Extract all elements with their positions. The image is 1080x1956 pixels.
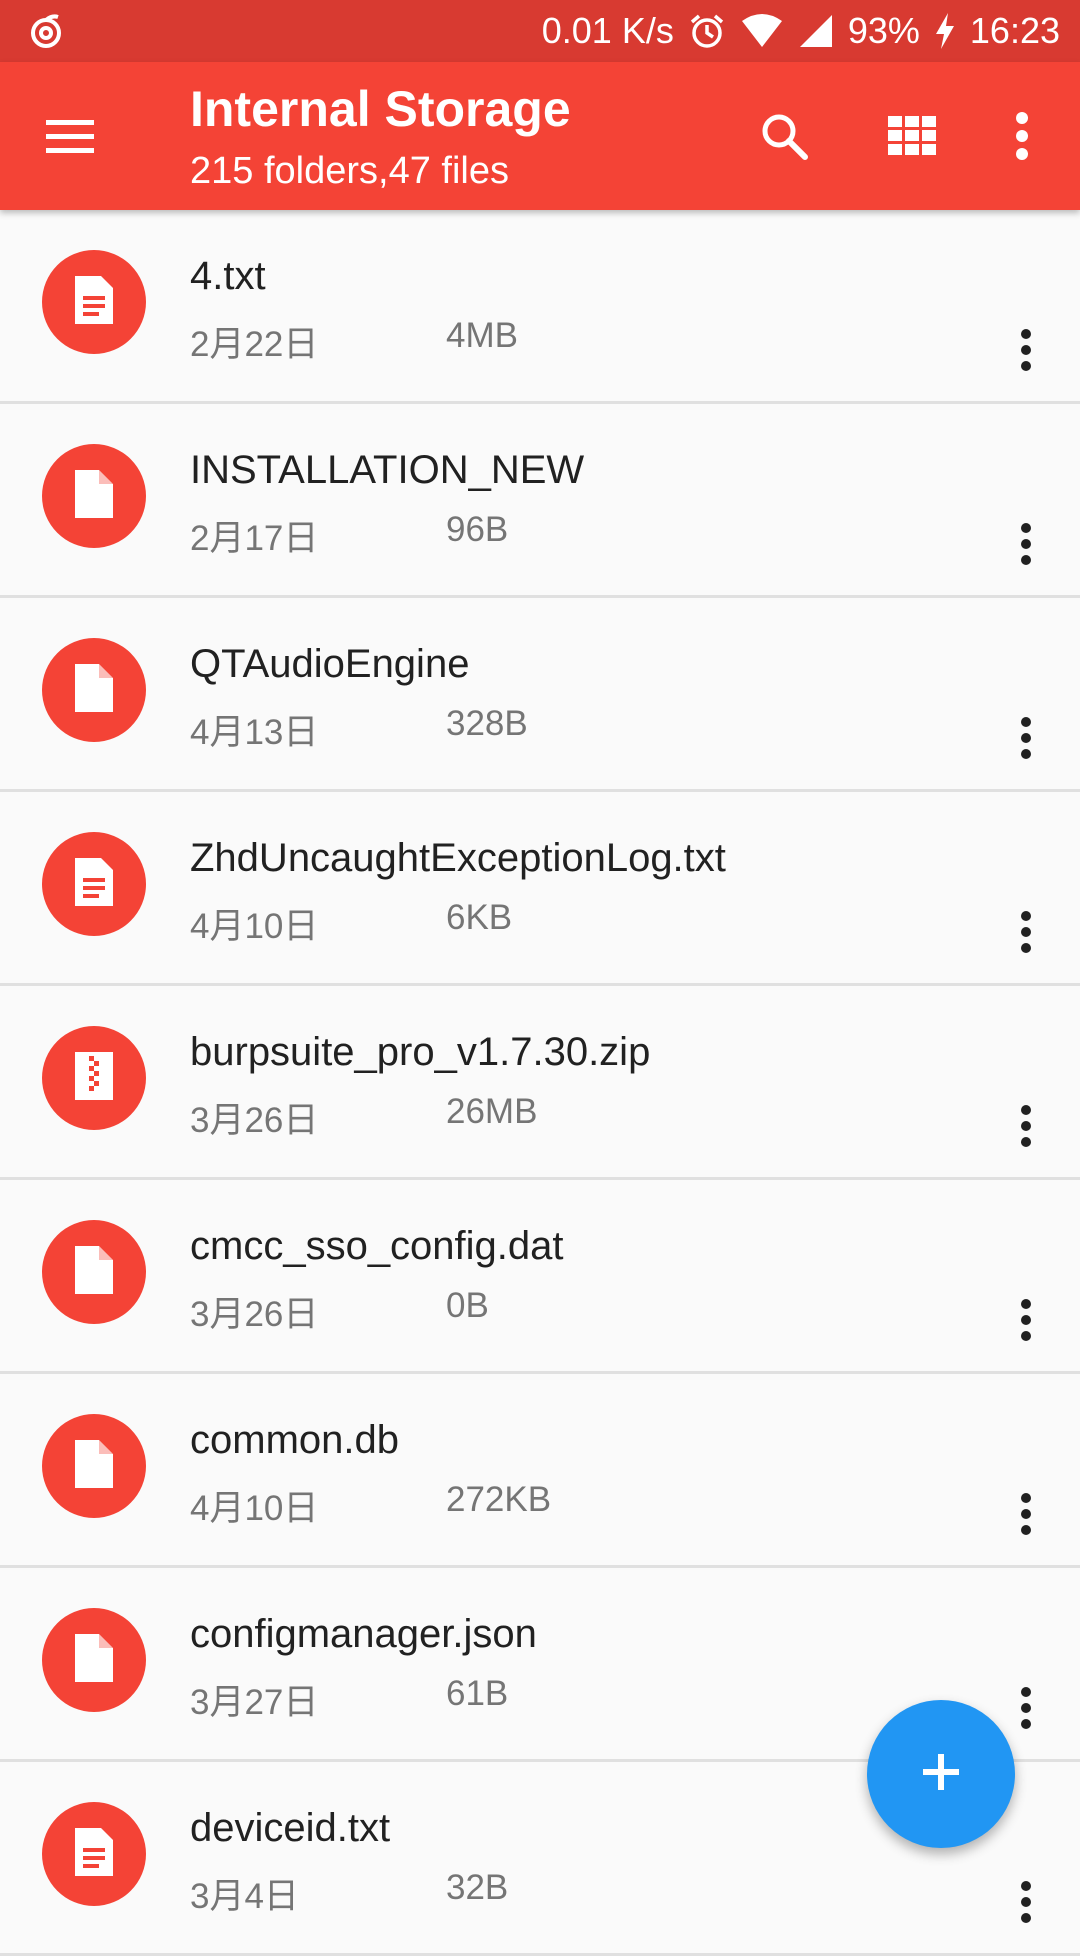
file-name: QTAudioEngine xyxy=(190,642,470,686)
file-date: 4月10日 xyxy=(190,907,319,946)
file-type-avatar xyxy=(42,1220,146,1324)
text-file-icon xyxy=(71,1826,117,1883)
alarm-icon xyxy=(688,12,726,50)
file-type-avatar xyxy=(42,638,146,742)
list-item[interactable]: ZhdUncaughtExceptionLog.txt 4月10日 6KB xyxy=(0,792,1080,986)
file-size: 4MB xyxy=(446,316,518,355)
file-name: configmanager.json xyxy=(190,1612,537,1656)
menu-icon[interactable] xyxy=(40,106,100,166)
file-name: ZhdUncaughtExceptionLog.txt xyxy=(190,836,726,880)
text-file-icon xyxy=(71,274,117,331)
file-icon xyxy=(71,662,117,719)
folder-file-count: 215 folders,47 files xyxy=(190,150,509,192)
file-size: 0B xyxy=(446,1286,489,1325)
list-item[interactable]: INSTALLATION_NEW 2月17日 96B xyxy=(0,404,1080,598)
list-item[interactable]: cmcc_sso_config.dat 3月26日 0B xyxy=(0,1180,1080,1374)
item-more-vert-icon[interactable] xyxy=(1006,1678,1046,1738)
file-type-avatar xyxy=(42,832,146,936)
file-type-avatar xyxy=(42,1802,146,1906)
file-name: common.db xyxy=(190,1418,399,1462)
list-item[interactable]: burpsuite_pro_v1.7.30.zip 3月26日 26MB xyxy=(0,986,1080,1180)
app-toolbar: Internal Storage 215 folders,47 files xyxy=(0,62,1080,210)
item-more-vert-icon[interactable] xyxy=(1006,1872,1046,1932)
file-name: 4.txt xyxy=(190,254,266,298)
file-date: 2月17日 xyxy=(190,519,319,558)
file-size: 32B xyxy=(446,1868,509,1907)
zip-file-icon xyxy=(71,1050,117,1107)
add-button[interactable] xyxy=(867,1700,1015,1848)
file-size: 61B xyxy=(446,1674,509,1713)
file-date: 3月26日 xyxy=(190,1295,319,1334)
file-icon xyxy=(71,1438,117,1495)
file-date: 2月22日 xyxy=(190,325,319,364)
file-name: burpsuite_pro_v1.7.30.zip xyxy=(190,1030,651,1074)
file-list: 4.txt 2月22日 4MB INSTALLATION_NEW 2月17日 9… xyxy=(0,210,1080,1956)
file-date: 4月13日 xyxy=(190,713,319,752)
file-date: 3月27日 xyxy=(190,1683,319,1722)
file-date: 4月10日 xyxy=(190,1489,319,1528)
notification-swirl-icon xyxy=(28,13,64,49)
clock-time: 16:23 xyxy=(969,10,1060,51)
item-more-vert-icon[interactable] xyxy=(1006,1290,1046,1350)
file-type-avatar xyxy=(42,1608,146,1712)
list-item[interactable]: 4.txt 2月22日 4MB xyxy=(0,210,1080,404)
battery-level: 93% xyxy=(847,10,920,51)
status-bar: 0.01 K/s 93% 16:23 xyxy=(0,0,1080,62)
file-size: 328B xyxy=(446,704,528,743)
more-vert-icon[interactable] xyxy=(990,104,1054,168)
file-type-avatar xyxy=(42,1026,146,1130)
file-icon xyxy=(71,1244,117,1301)
file-icon xyxy=(71,1632,117,1689)
item-more-vert-icon[interactable] xyxy=(1006,320,1046,380)
file-name: cmcc_sso_config.dat xyxy=(190,1224,564,1268)
file-name: deviceid.txt xyxy=(190,1806,391,1850)
file-name: INSTALLATION_NEW xyxy=(190,448,585,492)
grid-view-icon[interactable] xyxy=(880,104,944,168)
file-type-avatar xyxy=(42,1414,146,1518)
file-type-avatar xyxy=(42,444,146,548)
wifi-icon xyxy=(740,13,784,49)
signal-icon xyxy=(798,13,834,49)
page-title: Internal Storage xyxy=(190,81,571,137)
text-file-icon xyxy=(71,856,117,913)
item-more-vert-icon[interactable] xyxy=(1006,1484,1046,1544)
file-size: 96B xyxy=(446,510,509,549)
item-more-vert-icon[interactable] xyxy=(1006,1096,1046,1156)
file-date: 3月4日 xyxy=(190,1877,299,1916)
file-size: 6KB xyxy=(446,898,513,937)
file-size: 26MB xyxy=(446,1092,538,1131)
file-icon xyxy=(71,468,117,525)
item-more-vert-icon[interactable] xyxy=(1006,902,1046,962)
search-icon[interactable] xyxy=(752,104,816,168)
list-item[interactable]: QTAudioEngine 4月13日 328B xyxy=(0,598,1080,792)
file-type-avatar xyxy=(42,250,146,354)
add-icon xyxy=(919,1750,963,1799)
item-more-vert-icon[interactable] xyxy=(1006,708,1046,768)
list-item[interactable]: common.db 4月10日 272KB xyxy=(0,1374,1080,1568)
network-speed: 0.01 K/s xyxy=(541,10,674,51)
item-more-vert-icon[interactable] xyxy=(1006,514,1046,574)
file-size: 272KB xyxy=(446,1480,552,1519)
file-date: 3月26日 xyxy=(190,1101,319,1140)
charging-bolt-icon xyxy=(934,12,956,50)
